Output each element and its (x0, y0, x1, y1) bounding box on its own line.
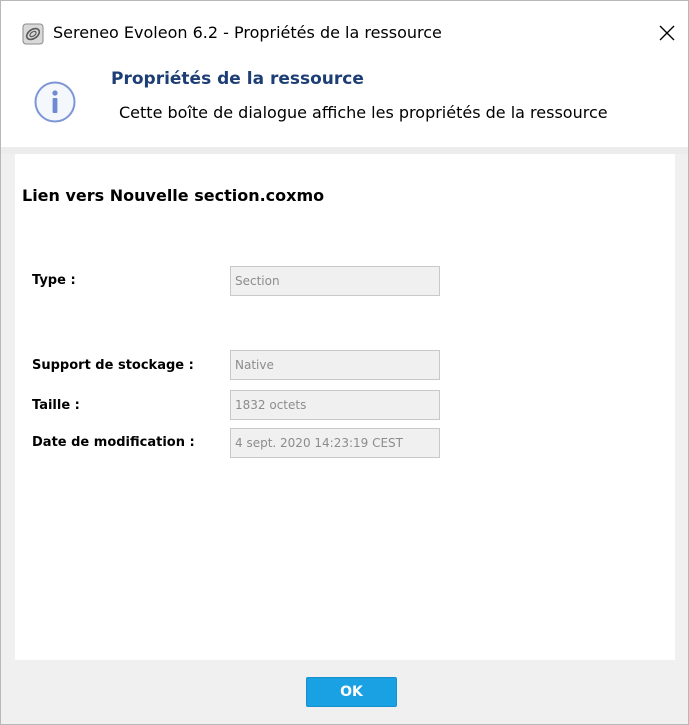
storage-field[interactable]: Native (230, 350, 440, 380)
header-subtitle: Cette boîte de dialogue affiche les prop… (119, 103, 608, 122)
header-title: Propriétés de la ressource (111, 69, 364, 89)
modification-date-label: Date de modification : (32, 435, 195, 450)
info-icon (34, 81, 76, 123)
properties-panel: Lien vers Nouvelle section.coxmo Type : … (15, 154, 675, 660)
dialog-window: Sereneo Evoleon 6.2 - Propriétés de la r… (0, 0, 689, 725)
storage-label: Support de stockage : (32, 358, 194, 373)
header-separator (1, 147, 688, 154)
size-label: Taille : (32, 398, 80, 413)
type-field[interactable]: Section (230, 266, 440, 296)
size-field[interactable]: 1832 octets (230, 390, 440, 420)
close-button[interactable] (649, 15, 685, 51)
modification-date-field[interactable]: 4 sept. 2020 14:23:19 CEST (230, 428, 440, 458)
resource-name: Lien vers Nouvelle section.coxmo (22, 186, 325, 205)
close-icon (659, 25, 675, 41)
app-logo-icon (22, 23, 44, 45)
ok-button[interactable]: OK (306, 677, 397, 707)
dialog-footer: OK (1, 660, 688, 724)
type-label: Type : (32, 273, 76, 288)
window-title: Sereneo Evoleon 6.2 - Propriétés de la r… (53, 23, 442, 42)
dialog-header: Propriétés de la ressource Cette boîte d… (1, 53, 688, 147)
